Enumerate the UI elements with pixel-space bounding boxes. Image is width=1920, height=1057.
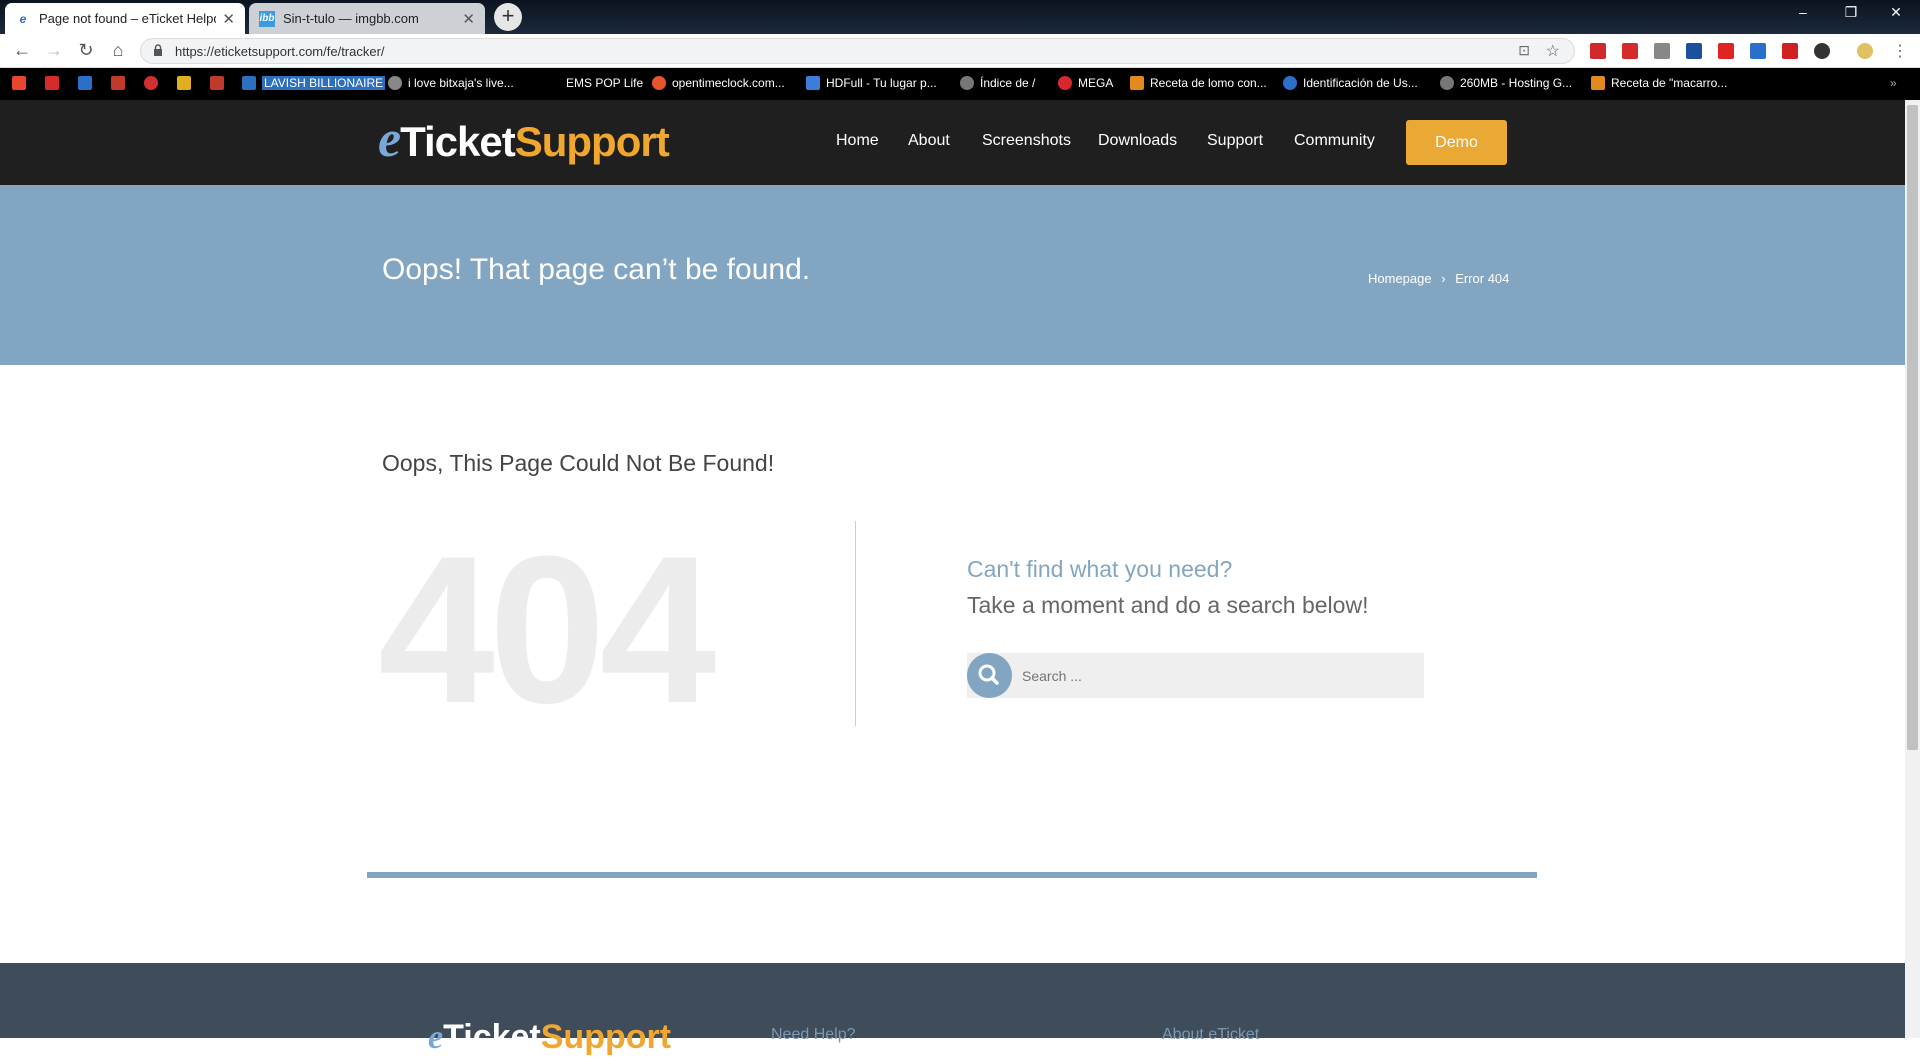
new-tab-button[interactable]: + [494,3,522,31]
restore-icon[interactable]: ❐ [1831,4,1871,21]
bookmark-item[interactable]: Receta de lomo con... [1130,76,1267,90]
ie-e-icon: e [19,11,27,26]
extension-icon[interactable] [1782,43,1798,59]
lock-icon [154,44,162,56]
star-bookmark-icon[interactable]: ☆ [1546,41,1560,61]
extension-icon[interactable] [1622,43,1638,59]
close-tab-icon[interactable]: ✕ [222,10,235,28]
extension-icon[interactable] [1750,43,1766,59]
tab-title: Sin-t-tulo — imgbb.com [283,11,419,26]
site-header: eTicketSupport Home About Screenshots Do… [0,100,1905,185]
nav-community[interactable]: Community [1294,132,1375,150]
search-button[interactable] [967,653,1012,698]
bookmark-item[interactable]: Identificación de Us... [1283,76,1418,90]
footer-need-help-heading: Need Help? [771,1026,856,1043]
site-footer: eTicketSupport Need Help? About eTicket [0,963,1905,1056]
tab-imgbb[interactable]: ibb Sin-t-tulo — imgbb.com ✕ [249,3,485,34]
breadcrumb-home-link[interactable]: Homepage [1368,271,1432,286]
help-title: Can't find what you need? [967,556,1233,582]
profile-avatar[interactable] [1857,43,1873,59]
nav-about[interactable]: About [908,132,950,150]
section-separator [367,872,1537,878]
more-bookmarks-icon[interactable]: » [1890,76,1897,90]
extension-icon[interactable] [1814,43,1830,59]
chevron-right-icon: › [1441,271,1446,286]
page-title: Oops! That page can’t be found. [382,253,811,286]
nav-downloads[interactable]: Downloads [1098,132,1177,150]
back-arrow-icon[interactable]: ← [10,40,34,61]
bookmark-item[interactable] [210,76,230,90]
search-input[interactable] [1022,664,1402,688]
bookmark-item[interactable] [177,76,197,90]
scrollbar-thumb[interactable] [1907,105,1918,750]
close-window-icon[interactable]: ✕ [1876,4,1916,21]
bookmark-item[interactable]: EMS POP Life [546,76,643,90]
minimize-icon[interactable]: – [1783,4,1823,20]
bookmark-item[interactable]: HDFull - Tu lugar p... [806,76,937,90]
error-heading: Oops, This Page Could Not Be Found! [382,450,775,476]
site-logo[interactable]: eTicketSupport [378,110,670,169]
browser-toolbar: ← → ↻ ⌂ https://eticketsupport.com/fe/tr… [0,34,1920,68]
home-icon[interactable]: ⌂ [106,40,130,61]
footer-about-heading: About eTicket [1162,1026,1260,1043]
address-bar[interactable]: https://eticketsupport.com/fe/tracker/ ⊡… [140,38,1575,64]
bookmark-item[interactable] [12,76,32,90]
bookmark-item[interactable] [78,76,98,90]
url-text: https://eticketsupport.com/fe/tracker/ [175,44,385,59]
help-text: Take a moment and do a search below! [967,592,1369,618]
close-tab-icon[interactable]: ✕ [462,10,475,28]
error-code-display: 404 [378,512,716,747]
page-title-bar: Oops! That page can’t be found. Homepage… [0,185,1905,365]
bookmark-item[interactable] [111,76,131,90]
bookmarks-bar: LAVISH BILLIONAIRE i love bitxaja's live… [0,68,1920,100]
menu-dots-icon[interactable]: ⋮ [1892,41,1908,61]
bookmark-item[interactable]: opentimeclock.com... [652,76,785,90]
search-icon [978,664,999,685]
extension-icon[interactable] [1718,43,1734,59]
bookmark-item[interactable]: Receta de "macarro... [1591,76,1727,90]
demo-button[interactable]: Demo [1406,120,1507,165]
browser-tab-strip: e Page not found – eTicket Helpde ✕ ibb … [0,0,1920,34]
tab-page-not-found[interactable]: e Page not found – eTicket Helpde ✕ [5,3,245,34]
bookmark-item[interactable]: MEGA [1058,76,1113,90]
bookmark-item[interactable]: LAVISH BILLIONAIRE [242,76,386,90]
bookmark-item[interactable]: Índice de / [960,76,1035,90]
bookmark-item[interactable] [144,76,164,90]
extension-icon[interactable] [1654,43,1670,59]
nav-support[interactable]: Support [1207,132,1263,150]
nav-screenshots[interactable]: Screenshots [982,132,1071,150]
translate-icon[interactable]: ⊡ [1518,42,1530,59]
extension-icon[interactable] [1686,43,1702,59]
bookmark-item[interactable]: 260MB - Hosting G... [1440,76,1572,90]
extension-icon[interactable] [1590,43,1606,59]
nav-home[interactable]: Home [836,132,879,150]
divider [855,521,856,726]
forward-arrow-icon[interactable]: → [42,40,66,61]
breadcrumb-current: Error 404 [1455,271,1510,286]
bookmark-item[interactable] [45,76,65,90]
tab-title: Page not found – eTicket Helpde [39,11,217,26]
breadcrumb: Homepage › Error 404 [1368,271,1509,286]
imgbb-icon: ibb [259,10,275,27]
reload-icon[interactable]: ↻ [74,40,98,61]
bookmark-item[interactable]: i love bitxaja's live... [388,76,514,90]
